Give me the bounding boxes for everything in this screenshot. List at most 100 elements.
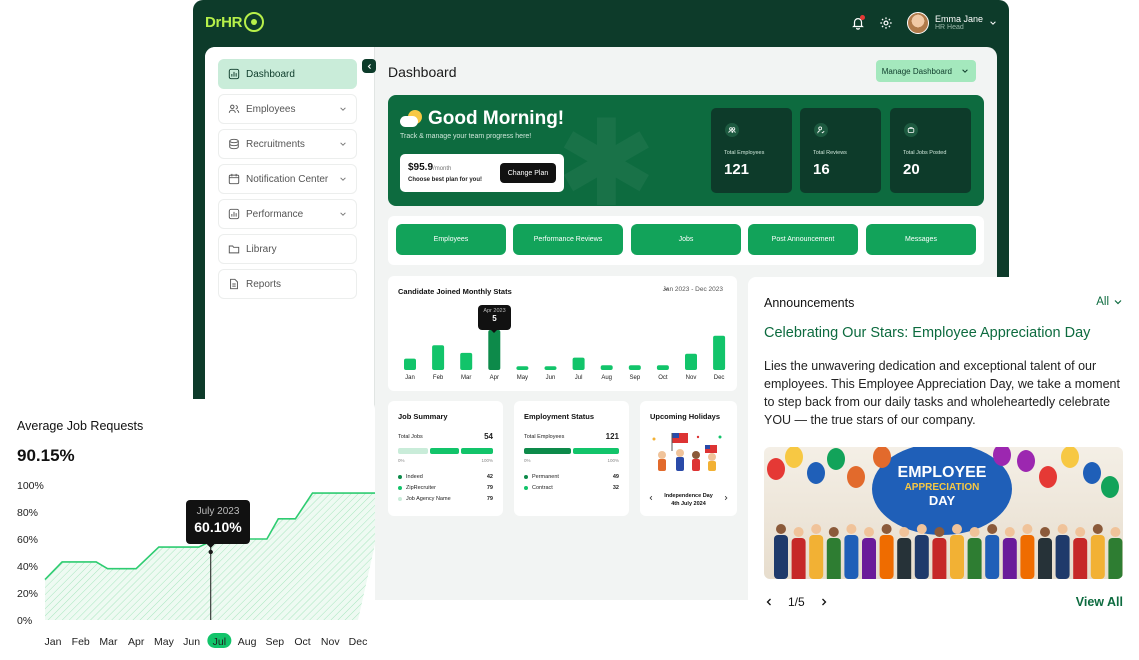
balloon xyxy=(1083,462,1101,484)
person-body xyxy=(879,535,894,579)
y-tick-label: 60% xyxy=(17,534,38,546)
chevron-left-icon[interactable] xyxy=(764,597,774,607)
balloon xyxy=(827,448,845,470)
user-name: Emma Jane xyxy=(934,13,983,24)
quick-action-messages[interactable]: Messages xyxy=(866,224,976,255)
user-menu[interactable]: Emma Jane HR Head xyxy=(906,12,997,34)
person-body xyxy=(932,538,947,579)
person-body xyxy=(774,535,788,579)
x-tick-label: Jan xyxy=(405,375,415,381)
row-value: 32 xyxy=(612,485,619,491)
quick-action-employees[interactable]: Employees xyxy=(396,224,506,255)
row-value: 79 xyxy=(486,485,493,491)
person-body xyxy=(1108,538,1123,579)
balloon xyxy=(873,447,891,468)
sidebar-item-employees[interactable]: Employees xyxy=(218,94,357,124)
bar-dec[interactable] xyxy=(713,335,726,370)
quick-action-post-announcement[interactable]: Post Announcement xyxy=(748,224,858,255)
stat-card-total-employees[interactable]: Total Employees 121 xyxy=(711,108,792,193)
row-label: Permanent xyxy=(532,474,559,480)
chart-box-icon xyxy=(228,208,240,220)
stat-card-total-jobs-posted[interactable]: Total Jobs Posted 20 xyxy=(890,108,971,193)
chevron-down-icon xyxy=(1114,300,1122,305)
bar-may[interactable] xyxy=(516,366,529,370)
person-head xyxy=(881,524,892,534)
person-head xyxy=(1075,527,1086,537)
logo[interactable]: DrHR xyxy=(205,12,265,32)
manage-dashboard-label: Manage Dashboard xyxy=(881,66,952,76)
area-tooltip: July 2023 60.10% xyxy=(186,500,250,544)
greeting-subtitle: Track & manage your team progress here! xyxy=(400,133,532,140)
legend-dot xyxy=(524,475,528,479)
bar-oct[interactable] xyxy=(656,365,669,370)
hover-point[interactable] xyxy=(208,549,213,555)
bar-jul[interactable] xyxy=(572,357,585,370)
job-summary-card: Job Summary Total Jobs 54 0% 100% Indeed 42… xyxy=(388,401,503,516)
sidebar-item-performance[interactable]: Performance xyxy=(218,199,357,229)
sidebar-item-dashboard[interactable]: Dashboard xyxy=(218,59,357,89)
bar-mar[interactable] xyxy=(460,352,473,370)
announcement-headline[interactable]: Celebrating Our Stars: Employee Apprecia… xyxy=(764,325,1090,341)
axis-min: 0% xyxy=(524,458,531,463)
bar-nov[interactable] xyxy=(685,353,697,370)
employment-status-card: Employment Status Total Employees 121 0% 1… xyxy=(514,401,629,516)
chevron-down-icon xyxy=(989,19,997,27)
person-body xyxy=(1073,538,1088,579)
chevron-left-icon[interactable] xyxy=(648,495,654,501)
notification-dot xyxy=(859,15,865,20)
balloon xyxy=(1061,447,1079,468)
quick-action-performance-reviews[interactable]: Performance Reviews xyxy=(513,224,623,255)
bar-jan[interactable] xyxy=(404,358,416,370)
bar-jun[interactable] xyxy=(544,366,557,370)
stat-value: 121 xyxy=(724,161,750,178)
announcements-filter[interactable]: All xyxy=(1096,296,1123,308)
quick-action-jobs[interactable]: Jobs xyxy=(631,224,741,255)
row-label: Indeed xyxy=(406,474,423,480)
average-job-requests-card: Average Job Requests 90.15% 100% 80% 60% 40… xyxy=(0,399,375,660)
page-title: Dashboard xyxy=(388,64,457,80)
bar-feb[interactable] xyxy=(432,345,445,370)
progress-segment xyxy=(398,448,428,454)
gear-icon[interactable] xyxy=(879,16,893,30)
chevron-right-icon[interactable] xyxy=(819,597,829,607)
manage-dashboard-button[interactable]: Manage Dashboard xyxy=(875,60,976,82)
legend-dot xyxy=(398,475,402,479)
person-head xyxy=(916,524,927,534)
sidebar-item-label: Library xyxy=(246,243,277,255)
person-body xyxy=(1090,535,1105,579)
sun-cloud-icon xyxy=(400,110,424,128)
celebration-illustration-icon xyxy=(652,433,722,471)
view-all-link[interactable]: View All xyxy=(1076,595,1123,609)
bar-sep[interactable] xyxy=(628,365,641,370)
bell-icon[interactable] xyxy=(851,15,865,30)
user-role: HR Head xyxy=(934,24,964,32)
plan-note: Choose best plan for you! xyxy=(408,177,483,183)
greeting-title: Good Morning! xyxy=(428,108,565,129)
person-head xyxy=(864,527,874,537)
progress-segment xyxy=(430,448,459,454)
sidebar-item-reports[interactable]: Reports xyxy=(218,269,357,299)
person-head xyxy=(828,527,839,537)
tooltip-value: 5 xyxy=(492,314,497,323)
stat-card-total-reviews[interactable]: Total Reviews 16 xyxy=(800,108,881,193)
card-title: Employment Status xyxy=(524,412,595,421)
sidebar-item-notification-center[interactable]: Notification Center xyxy=(218,164,357,194)
person-body xyxy=(791,538,806,579)
sidebar-item-recruitments[interactable]: Recruitments xyxy=(218,129,357,159)
change-plan-button[interactable]: Change Plan xyxy=(500,163,556,183)
sidebar-item-library[interactable]: Library xyxy=(218,234,357,264)
stat-value: 20 xyxy=(903,161,920,178)
sidebar-item-label: Performance xyxy=(246,208,304,220)
x-tick-label: Jan xyxy=(45,636,62,648)
person-body xyxy=(826,538,841,579)
x-tick-label: Jun xyxy=(546,375,556,381)
person-head xyxy=(793,527,804,537)
row-label: Contract xyxy=(532,485,553,491)
bar-aug[interactable] xyxy=(600,365,613,370)
person-body xyxy=(1038,538,1052,579)
logo-text: DrHR xyxy=(205,13,243,31)
collapse-sidebar-button[interactable] xyxy=(362,59,376,73)
x-tick-label: Apr xyxy=(490,375,499,381)
bar-apr[interactable] xyxy=(488,330,501,370)
chevron-right-icon[interactable] xyxy=(723,495,729,501)
